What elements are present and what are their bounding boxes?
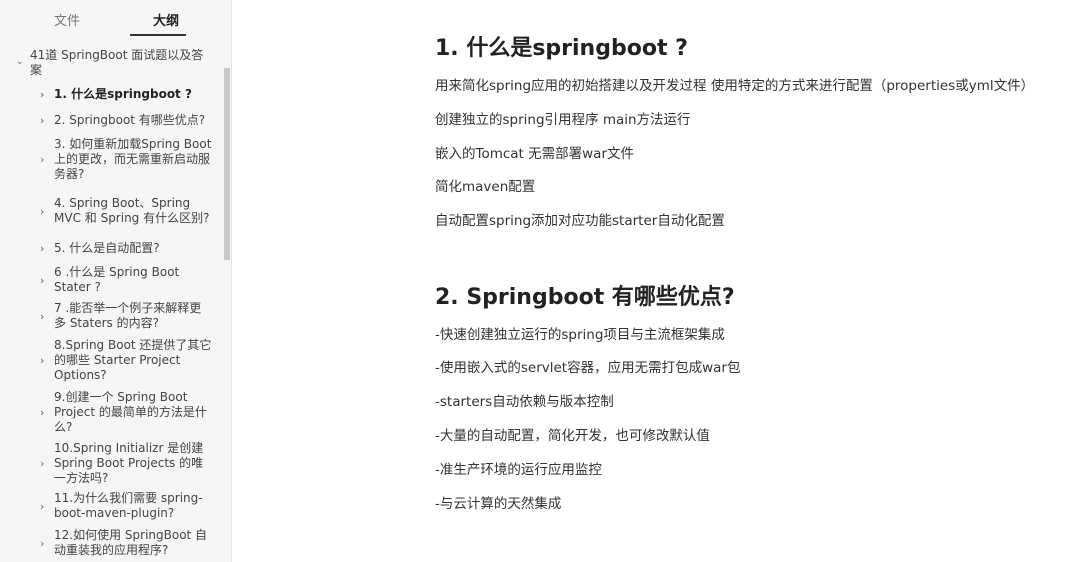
outline-item-label: 1. 什么是springboot ? — [54, 87, 192, 101]
outline-item[interactable]: › 12.如何使用 SpringBoot 自动重装我的应用程序? — [40, 528, 212, 558]
outline-item[interactable]: › 5. 什么是自动配置? — [40, 241, 212, 256]
section-heading: 2. Springboot 有哪些优点? — [435, 285, 735, 310]
chevron-right-icon[interactable]: › — [40, 241, 54, 256]
outline-item[interactable]: › 3. 如何重新加载Spring Boot上的更改，而无需重新启动服务器? — [40, 136, 212, 182]
outline-item-label: 2. Springboot 有哪些优点? — [54, 113, 206, 127]
tab-outline[interactable]: 大纲 — [153, 10, 179, 29]
paragraph: -与云计算的天然集成 — [435, 496, 562, 512]
outline-item[interactable]: › 9.创建一个 Spring Boot Project 的最简单的方法是什么? — [40, 389, 212, 435]
chevron-right-icon[interactable]: › — [40, 87, 54, 102]
outline-item[interactable]: › 10.Spring Initializr 是创建 Spring Boot P… — [40, 440, 212, 486]
outline-item-label: 3. 如何重新加载Spring Boot上的更改，而无需重新启动服务器? — [54, 136, 212, 181]
section-heading: 1. 什么是springboot ? — [435, 36, 688, 61]
outline-item[interactable]: › 8.Spring Boot 还提供了其它的哪些 Starter Projec… — [40, 337, 212, 383]
chevron-right-icon[interactable]: › — [40, 309, 54, 324]
paragraph: 嵌入的Tomcat 无需部署war文件 — [435, 146, 635, 162]
paragraph: -快速创建独立运行的spring项目与主流框架集成 — [435, 327, 725, 343]
outline-item-label: 8.Spring Boot 还提供了其它的哪些 Starter Project … — [54, 337, 212, 382]
outline-item-label: 6 .什么是 Spring Boot Stater ? — [54, 265, 180, 294]
paragraph: -starters自动依赖与版本控制 — [435, 394, 614, 410]
outline-item[interactable]: › 4. Spring Boot、Spring MVC 和 Spring 有什么… — [40, 188, 212, 234]
chevron-right-icon[interactable]: › — [40, 273, 54, 288]
chevron-right-icon[interactable]: › — [40, 353, 54, 368]
outline-item[interactable]: › 2. Springboot 有哪些优点? — [40, 113, 212, 128]
chevron-right-icon[interactable]: › — [40, 204, 54, 219]
outline-item-label: 4. Spring Boot、Spring MVC 和 Spring 有什么区别… — [54, 196, 210, 225]
chevron-down-icon[interactable]: ⌄ — [16, 48, 30, 78]
outline-item[interactable]: › 11.为什么我们需要 spring-boot-maven-plugin? — [40, 491, 212, 521]
outline-item-label: 5. 什么是自动配置? — [54, 241, 160, 255]
paragraph: 简化maven配置 — [435, 179, 536, 195]
paragraph: 创建独立的spring引用程序 main方法运行 — [435, 112, 691, 128]
outline-item-label: 9.创建一个 Spring Boot Project 的最简单的方法是什么? — [54, 389, 207, 434]
outline-item[interactable]: › 7 .能否举一个例子来解释更多 Staters 的内容? — [40, 301, 212, 331]
sidebar-scrollbar[interactable] — [224, 68, 230, 260]
active-tab-indicator — [130, 34, 186, 36]
paragraph: -使用嵌入式的servlet容器，应用无需打包成war包 — [435, 360, 741, 376]
chevron-right-icon[interactable]: › — [40, 456, 54, 471]
chevron-right-icon[interactable]: › — [40, 536, 54, 551]
app: 文件 大纲 ⌄ 41道 SpringBoot 面试题以及答案 › 1. 什么是s… — [0, 0, 1080, 562]
chevron-right-icon[interactable]: › — [40, 152, 54, 167]
paragraph: 用来简化spring应用的初始搭建以及开发过程 使用特定的方式来进行配置（pro… — [435, 78, 1035, 94]
tab-files[interactable]: 文件 — [54, 10, 80, 29]
sidebar-tabs: 文件 大纲 — [0, 0, 231, 38]
outline-item-label: 10.Spring Initializr 是创建 Spring Boot Pro… — [54, 440, 204, 485]
paragraph: 自动配置spring添加对应功能starter自动化配置 — [435, 213, 725, 229]
outline-item[interactable]: › 1. 什么是springboot ? — [40, 87, 212, 102]
paragraph: -大量的自动配置，简化开发，也可修改默认值 — [435, 428, 710, 444]
outline-item[interactable]: › 6 .什么是 Spring Boot Stater ? — [40, 265, 212, 295]
paragraph: -准生产环境的运行应用监控 — [435, 462, 602, 478]
chevron-right-icon[interactable]: › — [40, 113, 54, 128]
outline-item-label: 12.如何使用 SpringBoot 自动重装我的应用程序? — [54, 528, 208, 557]
outline-item-label: 7 .能否举一个例子来解释更多 Staters 的内容? — [54, 301, 202, 330]
outline-item-label: 11.为什么我们需要 spring-boot-maven-plugin? — [54, 491, 203, 520]
chevron-right-icon[interactable]: › — [40, 499, 54, 514]
chevron-right-icon[interactable]: › — [40, 405, 54, 420]
outline-root-item[interactable]: ⌄ 41道 SpringBoot 面试题以及答案 — [16, 48, 212, 78]
sidebar: 文件 大纲 ⌄ 41道 SpringBoot 面试题以及答案 › 1. 什么是s… — [0, 0, 232, 562]
outline-root-label: 41道 SpringBoot 面试题以及答案 — [30, 48, 204, 77]
